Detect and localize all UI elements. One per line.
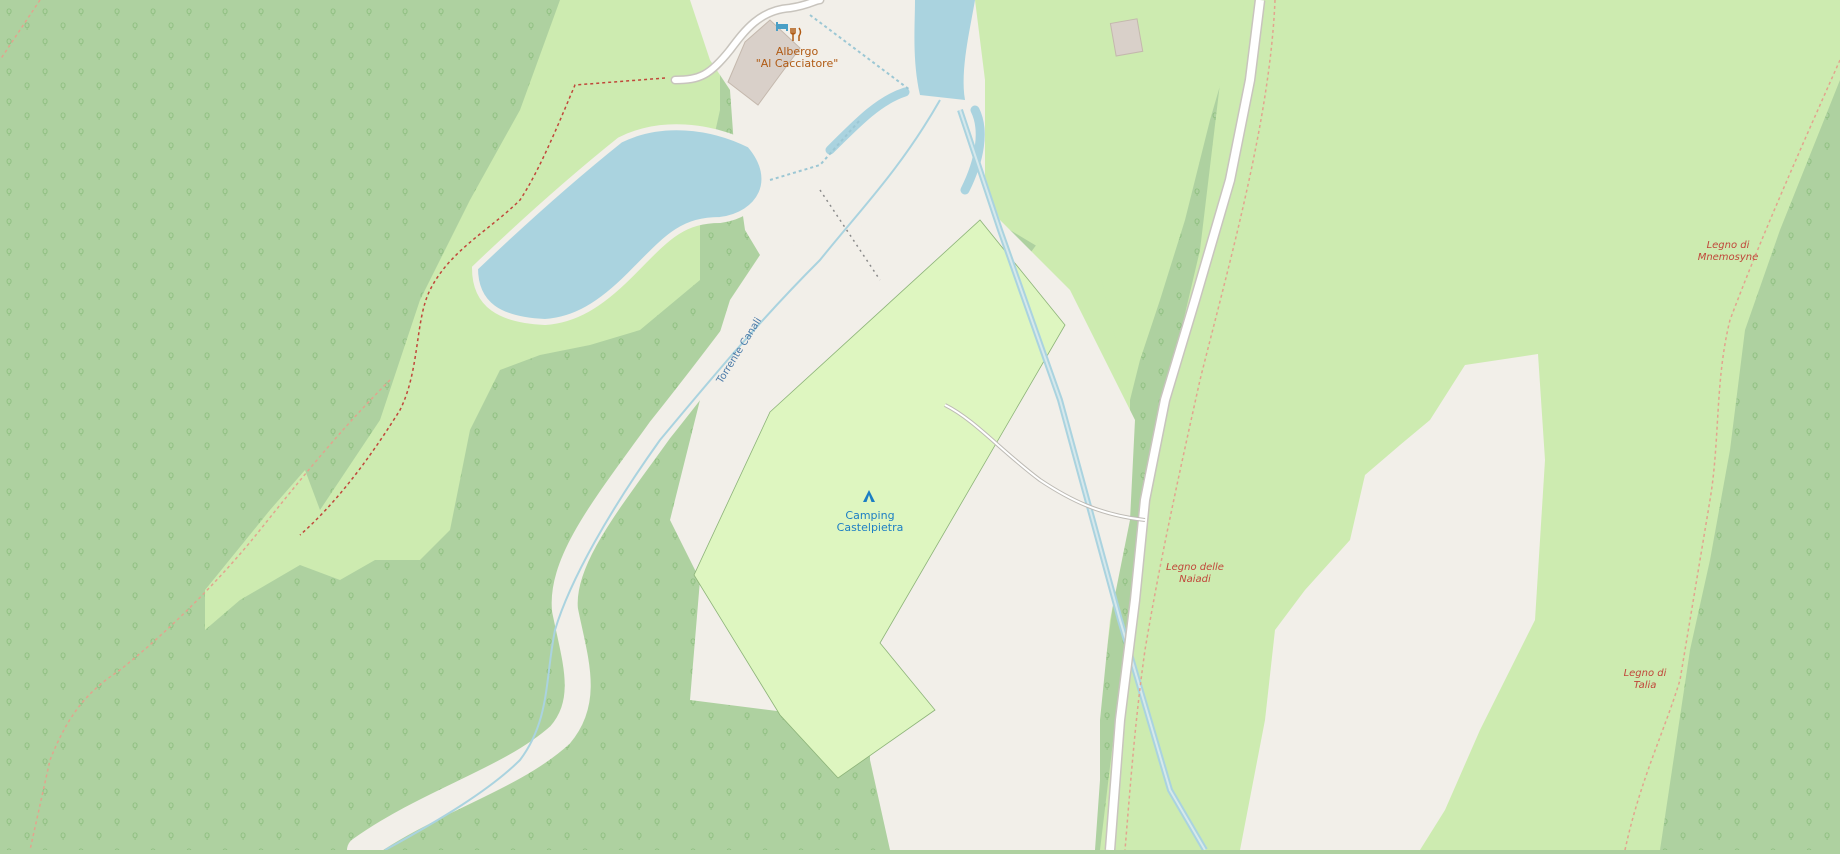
map-svg[interactable]: ϙ ϙ [0,0,1840,854]
small-building[interactable] [1109,18,1144,57]
map-canvas[interactable]: ϙ ϙ [0,0,1840,854]
